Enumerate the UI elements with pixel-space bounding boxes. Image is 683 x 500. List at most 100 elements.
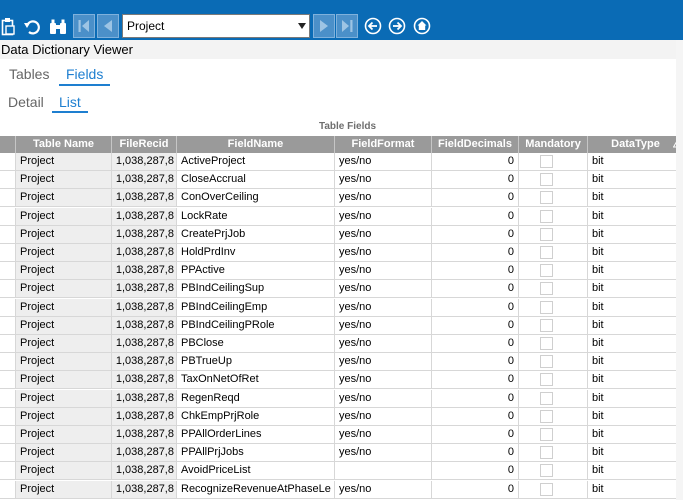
back-icon[interactable] <box>364 17 382 35</box>
tab-detail[interactable]: Detail <box>8 94 44 110</box>
cell-filerecid: 1,038,287,8 <box>112 371 177 389</box>
row-selector[interactable] <box>0 335 16 352</box>
table-row[interactable]: Project 1,038,287,8 ChkEmpPrjRole yes/no 0 bi… <box>0 407 683 426</box>
table-row[interactable]: Project 1,038,287,8 ConOverCeiling yes/no 0 b… <box>0 189 683 208</box>
table-row[interactable]: Project 1,038,287,8 CreatePrjJob yes/no 0 bit <box>0 225 683 244</box>
mandatory-checkbox[interactable] <box>540 282 553 296</box>
mandatory-checkbox[interactable] <box>540 300 553 314</box>
table-row[interactable]: Project 1,038,287,8 PBIndCeilingEmp yes/no 0… <box>0 298 683 317</box>
row-selector[interactable] <box>0 189 16 207</box>
row-selector[interactable] <box>0 389 16 407</box>
cell-table-name: Project <box>16 371 112 389</box>
table-row[interactable]: Project 1,038,287,8 PBIndCeilingSup yes/no 0… <box>0 280 683 299</box>
cell-fielddecimals: 0 <box>432 244 519 261</box>
forward-icon[interactable] <box>388 17 406 35</box>
row-selector[interactable] <box>0 244 16 261</box>
row-selector[interactable] <box>0 316 16 334</box>
table-row[interactable]: Project 1,038,287,8 AvoidPriceList 0 bit <box>0 462 683 481</box>
mandatory-checkbox[interactable] <box>540 246 553 259</box>
row-selector[interactable] <box>0 426 16 443</box>
cell-fieldname: CreatePrjJob <box>177 225 335 243</box>
mandatory-checkbox[interactable] <box>540 191 553 205</box>
chevron-down-icon[interactable] <box>298 23 306 29</box>
grid-header: Table Name FileRecid FieldName FieldForm… <box>0 136 683 153</box>
mandatory-checkbox[interactable] <box>540 446 553 460</box>
row-selector[interactable] <box>0 480 16 498</box>
row-selector[interactable] <box>0 280 16 298</box>
table-row[interactable]: Project 1,038,287,8 PBIndCeilingPRole yes/n… <box>0 316 683 335</box>
cell-fieldname: ActiveProject <box>177 153 335 170</box>
mandatory-checkbox[interactable] <box>540 173 553 187</box>
row-selector[interactable] <box>0 171 16 189</box>
cell-mandatory <box>519 298 588 316</box>
next-record-icon[interactable] <box>313 14 335 38</box>
cell-table-name: Project <box>16 426 112 443</box>
row-selector[interactable] <box>0 407 16 425</box>
table-selector-dropdown[interactable]: Project <box>122 14 310 38</box>
cell-datatype: bit <box>588 407 683 425</box>
undo-icon[interactable] <box>23 16 41 38</box>
vertical-scrollbar[interactable] <box>676 40 683 500</box>
table-row[interactable]: Project 1,038,287,8 LockRate yes/no 0 bit <box>0 207 683 226</box>
tab-tables[interactable]: Tables <box>9 66 49 82</box>
row-selector[interactable] <box>0 262 16 280</box>
cell-filerecid: 1,038,287,8 <box>112 262 177 280</box>
tab-list[interactable]: List <box>59 94 81 110</box>
table-row[interactable]: Project 1,038,287,8 PBTrueUp yes/no 0 bit <box>0 353 683 372</box>
table-row[interactable]: Project 1,038,287,8 RecognizeRevenueAtPhas… <box>0 480 683 499</box>
mandatory-checkbox[interactable] <box>540 355 553 369</box>
mandatory-checkbox[interactable] <box>540 155 553 168</box>
mandatory-checkbox[interactable] <box>540 373 553 387</box>
row-selector[interactable] <box>0 371 16 389</box>
row-selector[interactable] <box>0 153 16 170</box>
column-header-fieldformat[interactable]: FieldFormat <box>335 136 432 153</box>
cell-fieldname: TaxOnNetOfRet <box>177 371 335 389</box>
table-row[interactable]: Project 1,038,287,8 PPActive yes/no 0 bit <box>0 262 683 281</box>
mandatory-checkbox[interactable] <box>540 391 553 405</box>
toolbar: Project <box>0 0 683 41</box>
table-row[interactable]: Project 1,038,287,8 PBClose yes/no 0 bit <box>0 335 683 353</box>
binoculars-icon[interactable] <box>49 16 67 38</box>
previous-record-icon[interactable] <box>97 14 119 38</box>
tab-fields[interactable]: Fields <box>66 66 103 82</box>
column-header-fielddecimals[interactable]: FieldDecimals <box>432 136 519 153</box>
cell-fieldformat: yes/no <box>335 371 432 389</box>
table-row[interactable]: Project 1,038,287,8 PPAllOrderLines yes/no 0… <box>0 426 683 444</box>
mandatory-checkbox[interactable] <box>540 409 553 423</box>
mandatory-checkbox[interactable] <box>540 482 553 496</box>
table-row[interactable]: Project 1,038,287,8 ActiveProject yes/no 0 bi… <box>0 153 683 171</box>
column-header-filerecid[interactable]: FileRecid <box>112 136 177 153</box>
column-header-fieldname[interactable]: FieldName <box>177 136 335 153</box>
column-header-mandatory[interactable]: Mandatory <box>519 136 588 153</box>
row-selector[interactable] <box>0 298 16 316</box>
row-selector[interactable] <box>0 444 16 462</box>
table-row[interactable]: Project 1,038,287,8 RegenReqd yes/no 0 bit <box>0 389 683 408</box>
mandatory-checkbox[interactable] <box>540 209 553 223</box>
mandatory-checkbox[interactable] <box>540 227 553 241</box>
table-row[interactable]: Project 1,038,287,8 PPAllPrjJobs yes/no 0 bit <box>0 444 683 463</box>
mandatory-checkbox[interactable] <box>540 428 553 441</box>
clipboard-icon[interactable] <box>1 16 15 38</box>
column-header-datatype[interactable]: DataType <box>588 136 683 153</box>
last-record-icon[interactable] <box>336 14 358 38</box>
cell-table-name: Project <box>16 244 112 261</box>
home-icon[interactable] <box>413 17 431 35</box>
table-row[interactable]: Project 1,038,287,8 TaxOnNetOfRet yes/no 0 bi… <box>0 371 683 390</box>
cell-fielddecimals: 0 <box>432 480 519 498</box>
row-selector[interactable] <box>0 207 16 225</box>
cell-datatype: bit <box>588 189 683 207</box>
first-record-icon[interactable] <box>73 14 95 38</box>
mandatory-checkbox[interactable] <box>540 318 553 332</box>
row-selector[interactable] <box>0 462 16 480</box>
column-header-table-name[interactable]: Table Name <box>16 136 112 153</box>
mandatory-checkbox[interactable] <box>540 264 553 278</box>
table-row[interactable]: Project 1,038,287,8 CloseAccrual yes/no 0 bit <box>0 171 683 190</box>
row-selector[interactable] <box>0 225 16 243</box>
mandatory-checkbox[interactable] <box>540 337 553 350</box>
mandatory-checkbox[interactable] <box>540 464 553 478</box>
table-row[interactable]: Project 1,038,287,8 HoldPrdInv yes/no 0 bit <box>0 244 683 262</box>
cell-filerecid: 1,038,287,8 <box>112 298 177 316</box>
row-selector[interactable] <box>0 353 16 371</box>
cell-datatype: bit <box>588 244 683 261</box>
cell-table-name: Project <box>16 462 112 480</box>
